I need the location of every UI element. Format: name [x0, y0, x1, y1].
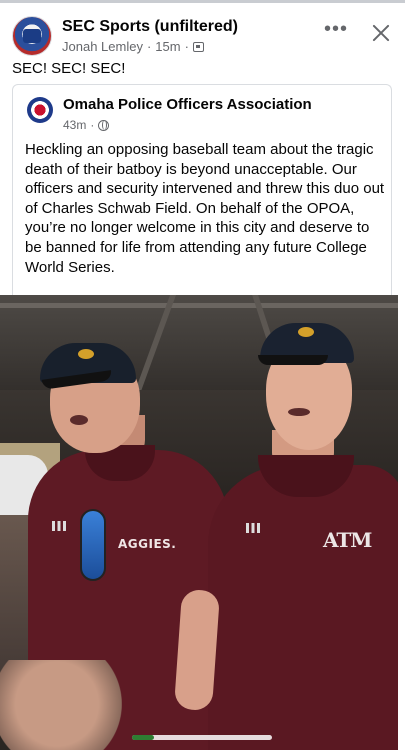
shirt-logo-atm: ATM — [323, 528, 372, 552]
post-text: SEC! SEC! SEC! — [12, 60, 126, 77]
spectator-head — [0, 660, 122, 750]
more-options-icon[interactable]: ••• — [322, 19, 350, 42]
shared-post-time[interactable]: 43m — [63, 118, 86, 132]
cap-logo-icon — [298, 327, 314, 337]
photo-edge — [398, 295, 405, 750]
adidas-logo-icon — [52, 521, 66, 531]
meta-dot: · — [146, 39, 152, 54]
adidas-logo-icon — [246, 523, 260, 533]
top-divider — [0, 0, 405, 3]
ceiling-beam — [0, 303, 405, 308]
globe-icon — [98, 119, 110, 131]
shared-post-meta: 43m · — [63, 118, 110, 132]
page-name[interactable]: SEC Sports (unfiltered) — [62, 18, 238, 36]
meta-dot-2: · — [184, 39, 189, 54]
friends-privacy-icon — [192, 41, 204, 52]
post-photo[interactable]: AGGIES. ATM — [0, 295, 405, 750]
man-right-cap-brim — [258, 355, 328, 365]
man-right-shirt — [208, 465, 405, 750]
sec-logo-icon — [23, 29, 41, 43]
page-avatar[interactable] — [12, 16, 52, 56]
media-scrubber-progress — [132, 735, 154, 740]
close-icon[interactable] — [368, 20, 394, 46]
org-avatar[interactable] — [27, 97, 53, 123]
shared-post-card[interactable]: Omaha Police Officers Association 43m · … — [12, 84, 392, 296]
post-time[interactable]: 15m — [155, 39, 180, 54]
meta-dot-shared: · — [90, 118, 95, 132]
media-scrubber[interactable] — [132, 735, 272, 740]
post-meta: Jonah Lemley · 15m · — [62, 39, 204, 54]
sunglasses — [80, 509, 106, 581]
man-right-mouth — [288, 408, 310, 416]
man-left-mouth — [70, 415, 88, 425]
shirt-text-aggies: AGGIES. — [118, 537, 177, 551]
org-name[interactable]: Omaha Police Officers Association — [63, 96, 312, 113]
shared-post-body: Heckling an opposing baseball team about… — [25, 141, 385, 276]
cap-logo-icon — [78, 349, 94, 359]
post-header: SEC Sports (unfiltered) Jonah Lemley · 1… — [0, 8, 405, 58]
author-name[interactable]: Jonah Lemley — [62, 39, 143, 54]
